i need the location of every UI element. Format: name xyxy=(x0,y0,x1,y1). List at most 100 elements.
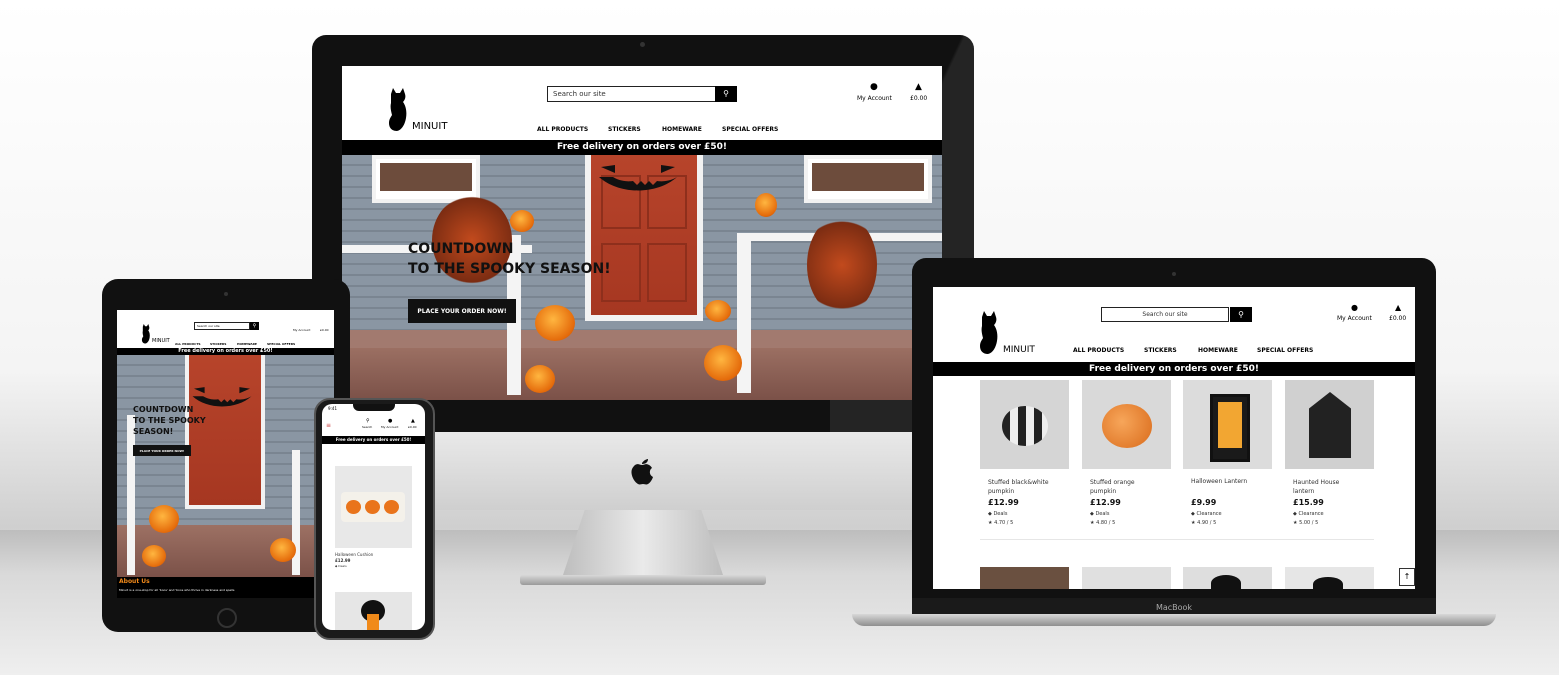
delivery-banner: Free delivery on orders over £50! xyxy=(342,140,942,155)
nav-stickers[interactable]: STICKERS xyxy=(210,342,226,346)
nav-special-offers[interactable]: SPECIAL OFFERS xyxy=(1257,347,1313,354)
place-order-button[interactable]: PLACE YOUR ORDER NOW! xyxy=(133,445,191,456)
phone-product-price: £12.99 xyxy=(335,558,351,563)
basket-icon[interactable]: ▲ xyxy=(915,82,922,92)
hero-title-line2: TO THE SPOOKY xyxy=(133,416,206,425)
pumpkin-3 xyxy=(270,538,296,562)
macbook-screen: MINUIT Search our site ⚲ ● My Account ▲ … xyxy=(933,287,1415,589)
product-image-black-cat[interactable] xyxy=(335,592,412,630)
phone-notch xyxy=(353,404,395,411)
product-price-1: £12.99 xyxy=(988,498,1019,507)
delivery-banner: Free delivery on orders over £50! xyxy=(117,348,334,355)
product-image-halloween-cushion[interactable] xyxy=(335,466,412,548)
product-name-1[interactable]: Stuffed black&white pumpkin xyxy=(988,478,1066,496)
search-input[interactable]: Search our site xyxy=(194,322,250,330)
search-placeholder: Search our site xyxy=(1142,311,1188,318)
search-input[interactable]: Search our site xyxy=(547,86,720,102)
cat-logo-icon[interactable] xyxy=(978,311,1000,355)
product-image-row2-4[interactable] xyxy=(1285,567,1374,589)
basket-total[interactable]: £0.00 xyxy=(408,425,417,429)
product-name-4[interactable]: Haunted House lantern xyxy=(1293,478,1353,496)
nav-all-products[interactable]: ALL PRODUCTS xyxy=(1073,347,1124,354)
macbook-camera xyxy=(1172,272,1176,276)
door-face-decoration xyxy=(597,163,679,193)
phone-product-name[interactable]: Halloween Cushion xyxy=(335,552,373,557)
nav-special-offers[interactable]: SPECIAL OFFERS xyxy=(722,126,778,133)
delivery-banner: Free delivery on orders over £50! xyxy=(322,436,425,444)
brand-name: MINUIT xyxy=(152,338,170,344)
nav-homeware[interactable]: HOMEWARE xyxy=(662,126,702,133)
my-account-link[interactable]: My Account xyxy=(381,425,398,429)
product-image-haunted-house[interactable] xyxy=(1285,380,1374,469)
nav-homeware[interactable]: HOMEWARE xyxy=(237,342,257,346)
leaves-2 xyxy=(807,215,877,315)
my-account-link[interactable]: My Account xyxy=(293,328,310,332)
railing-post-left xyxy=(127,415,135,575)
phone-time: 9:41 xyxy=(328,406,337,411)
search-icon: ⚲ xyxy=(723,89,729,98)
brand-name: MINUIT xyxy=(1003,345,1035,355)
product-image-row2-3[interactable] xyxy=(1183,567,1272,589)
product-tag-3[interactable]: ◆ Clearance xyxy=(1191,511,1222,517)
pumpkin-5 xyxy=(755,193,777,217)
about-text: Minuit is a one-stop for all 'boos' and … xyxy=(119,588,235,592)
delivery-banner-text: Free delivery on orders over £50! xyxy=(557,142,727,152)
basket-total[interactable]: £0.00 xyxy=(320,328,329,332)
search-icon[interactable]: ⚲ xyxy=(366,418,370,424)
basket-total[interactable]: £0.00 xyxy=(910,95,927,102)
tablet-screen: MINUIT Search our site ⚲ My Account £0.0… xyxy=(117,310,334,598)
hero-image: COUNTDOWN TO THE SPOOKY SEASON! PLACE YO… xyxy=(117,355,334,577)
basket-icon[interactable]: ▲ xyxy=(1395,303,1401,312)
nav-stickers[interactable]: STICKERS xyxy=(608,126,641,133)
product-image-row2-1[interactable] xyxy=(980,567,1069,589)
hero-title-line1: COUNTDOWN xyxy=(408,241,514,257)
nav-stickers[interactable]: STICKERS xyxy=(1144,347,1177,354)
tablet-home-button[interactable] xyxy=(217,608,237,628)
product-image-orange-pumpkin[interactable] xyxy=(1082,380,1171,469)
nav-all-products[interactable]: ALL PRODUCTS xyxy=(175,342,201,346)
product-tag-4[interactable]: ◆ Clearance xyxy=(1293,511,1324,517)
nav-special-offers[interactable]: SPECIAL OFFERS xyxy=(267,342,295,346)
account-icon[interactable]: ● xyxy=(870,82,878,92)
porch-step xyxy=(342,330,942,348)
search-input[interactable]: Search our site xyxy=(1101,307,1229,322)
hero-title-line1: COUNTDOWN xyxy=(133,405,194,414)
macbook-label: MacBook xyxy=(1155,603,1193,612)
product-rating-4: ★ 5.00 / 5 xyxy=(1293,520,1319,526)
basket-icon[interactable]: ▲ xyxy=(411,418,415,424)
imac-camera xyxy=(640,42,645,47)
cat-logo-icon[interactable] xyxy=(141,324,151,344)
window-right xyxy=(804,155,932,203)
search-button[interactable]: ⚲ xyxy=(715,86,737,102)
search-button[interactable]: ⚲ xyxy=(250,322,259,330)
product-tag-1[interactable]: ◆ Deals xyxy=(988,511,1007,517)
pumpkin-1 xyxy=(535,305,575,341)
basket-total[interactable]: £0.00 xyxy=(1389,315,1406,322)
nav-homeware[interactable]: HOMEWARE xyxy=(1198,347,1238,354)
product-name-3[interactable]: Halloween Lantern xyxy=(1191,478,1247,485)
door-face-decoration xyxy=(191,385,253,409)
hero-title-line3: SEASON! xyxy=(133,427,174,436)
product-image-halloween-lantern[interactable] xyxy=(1183,380,1272,469)
menu-icon[interactable]: ≡ xyxy=(326,422,331,429)
product-price-2: £12.99 xyxy=(1090,498,1121,507)
nav-all-products[interactable]: ALL PRODUCTS xyxy=(537,126,588,133)
place-order-button[interactable]: PLACE YOUR ORDER NOW! xyxy=(408,299,516,323)
phone-product-tag[interactable]: ◆ Deals xyxy=(335,564,347,568)
my-account-link[interactable]: My Account xyxy=(1337,315,1372,322)
product-price-3: £9.99 xyxy=(1191,498,1217,507)
product-image-bw-pumpkin[interactable] xyxy=(980,380,1069,469)
product-tag-2[interactable]: ◆ Deals xyxy=(1090,511,1109,517)
back-to-top-button[interactable]: ↑ xyxy=(1399,568,1415,586)
cat-logo-icon[interactable] xyxy=(387,88,409,132)
tablet-camera xyxy=(224,292,228,296)
imac-base xyxy=(520,575,766,585)
account-icon[interactable]: ● xyxy=(388,418,392,424)
phone-search-label[interactable]: Search xyxy=(362,425,372,429)
red-door xyxy=(185,355,265,509)
search-button[interactable]: ⚲ xyxy=(1230,307,1252,322)
product-image-row2-2[interactable] xyxy=(1082,567,1171,589)
account-icon[interactable]: ● xyxy=(1351,303,1358,312)
product-name-2[interactable]: Stuffed orange pumpkin xyxy=(1090,478,1150,496)
my-account-link[interactable]: My Account xyxy=(857,95,892,102)
